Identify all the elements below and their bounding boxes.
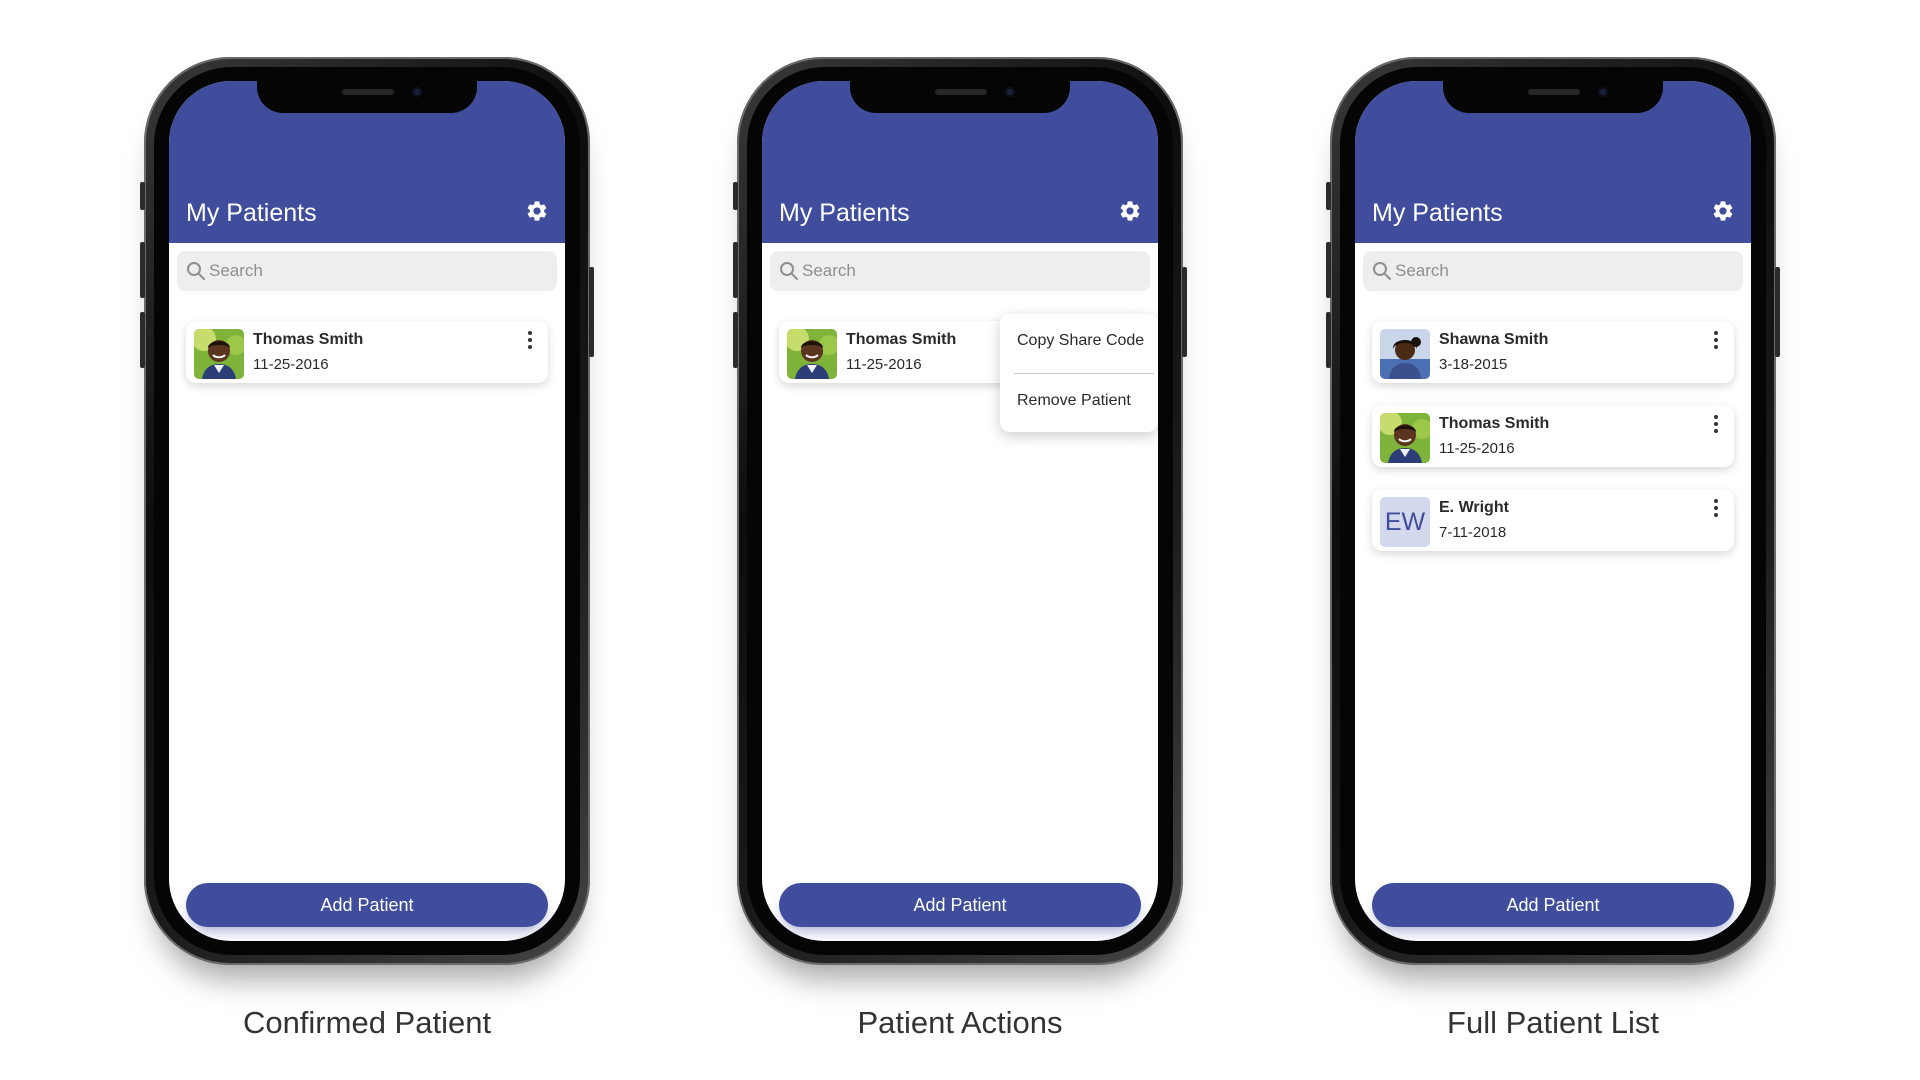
patient-dob: 11-25-2016 [846, 356, 922, 373]
phone-mockup-confirmed: My Patients Search Thomas Smith 11-25-20… [140, 57, 594, 965]
search-placeholder: Search [209, 261, 263, 280]
patient-name: Shawna Smith [1439, 331, 1549, 348]
phone-side-button [1326, 182, 1331, 210]
patient-dob: 7-11-2018 [1439, 524, 1507, 541]
phone-side-button [140, 182, 145, 210]
search-input[interactable]: Search [177, 251, 557, 291]
more-vertical-icon[interactable] [1710, 413, 1722, 437]
screen-caption: Confirmed Patient [242, 1005, 492, 1040]
menu-divider [1014, 373, 1154, 374]
phone-power-button [589, 267, 594, 357]
menu-item-copy-share-code[interactable]: Copy Share Code [1017, 332, 1144, 350]
patient-dob: 3-18-2015 [1439, 356, 1508, 373]
gear-icon[interactable] [1118, 199, 1142, 223]
app-screen: My Patients Search Thomas Smith 11-25-20… [169, 81, 565, 941]
patient-avatar [787, 329, 837, 379]
gear-icon[interactable] [1711, 199, 1735, 223]
add-patient-button[interactable]: Add Patient [779, 883, 1141, 927]
phone-volume-up [1326, 242, 1331, 298]
patient-name: Thomas Smith [1439, 415, 1550, 432]
phone-notch [850, 81, 1070, 113]
patient-card[interactable]: EW E. Wright 7-11-2018 [1372, 489, 1734, 551]
page-title: My Patients [1372, 199, 1503, 227]
patient-card[interactable]: Shawna Smith 3-18-2015 [1372, 321, 1734, 383]
search-icon [779, 261, 799, 281]
phone-mockup-actions: My Patients Search Thomas Smith 11-25-20… [733, 57, 1187, 965]
speaker-grille [1528, 89, 1580, 95]
more-vertical-icon[interactable] [524, 329, 536, 353]
search-icon [186, 261, 206, 281]
speaker-grille [342, 89, 394, 95]
gear-icon[interactable] [525, 199, 549, 223]
more-vertical-icon[interactable] [1710, 497, 1722, 521]
patient-dob: 11-25-2016 [1439, 440, 1515, 457]
more-vertical-icon[interactable] [1710, 329, 1722, 353]
phone-power-button [1775, 267, 1780, 357]
patient-card[interactable]: Thomas Smith 11-25-2016 [1372, 405, 1734, 467]
front-camera [1005, 87, 1015, 97]
screen-caption: Patient Actions [857, 1005, 1063, 1040]
add-patient-button[interactable]: Add Patient [186, 883, 548, 927]
patient-name: Thomas Smith [846, 331, 957, 348]
search-input[interactable]: Search [770, 251, 1150, 291]
search-placeholder: Search [1395, 261, 1449, 280]
front-camera [412, 87, 422, 97]
patient-avatar [1380, 329, 1430, 379]
page-title: My Patients [779, 199, 910, 227]
search-input[interactable]: Search [1363, 251, 1743, 291]
phone-volume-up [140, 242, 145, 298]
phone-volume-down [140, 312, 145, 368]
phone-volume-down [733, 312, 738, 368]
patient-avatar [1380, 413, 1430, 463]
phone-notch [1443, 81, 1663, 113]
screen-caption: Full Patient List [1447, 1005, 1659, 1040]
patient-card[interactable]: Thomas Smith 11-25-2016 [186, 321, 548, 383]
phone-power-button [1182, 267, 1187, 357]
patient-actions-menu: Copy Share Code Remove Patient [1000, 314, 1158, 432]
menu-item-remove-patient[interactable]: Remove Patient [1017, 392, 1131, 410]
patient-name: E. Wright [1439, 499, 1509, 516]
phone-side-button [733, 182, 738, 210]
patient-name: Thomas Smith [253, 331, 364, 348]
search-placeholder: Search [802, 261, 856, 280]
app-screen: My Patients Search Thomas Smith 11-25-20… [762, 81, 1158, 941]
phone-mockup-full-list: My Patients Search Shawna Smith 3-18-201… [1326, 57, 1780, 965]
patient-dob: 11-25-2016 [253, 356, 329, 373]
phone-volume-up [733, 242, 738, 298]
speaker-grille [935, 89, 987, 95]
page-title: My Patients [186, 199, 317, 227]
phone-volume-down [1326, 312, 1331, 368]
patient-initials-avatar: EW [1380, 497, 1430, 547]
add-patient-button[interactable]: Add Patient [1372, 883, 1734, 927]
front-camera [1598, 87, 1608, 97]
phone-notch [257, 81, 477, 113]
patient-avatar [194, 329, 244, 379]
search-icon [1372, 261, 1392, 281]
app-screen: My Patients Search Shawna Smith 3-18-201… [1355, 81, 1751, 941]
